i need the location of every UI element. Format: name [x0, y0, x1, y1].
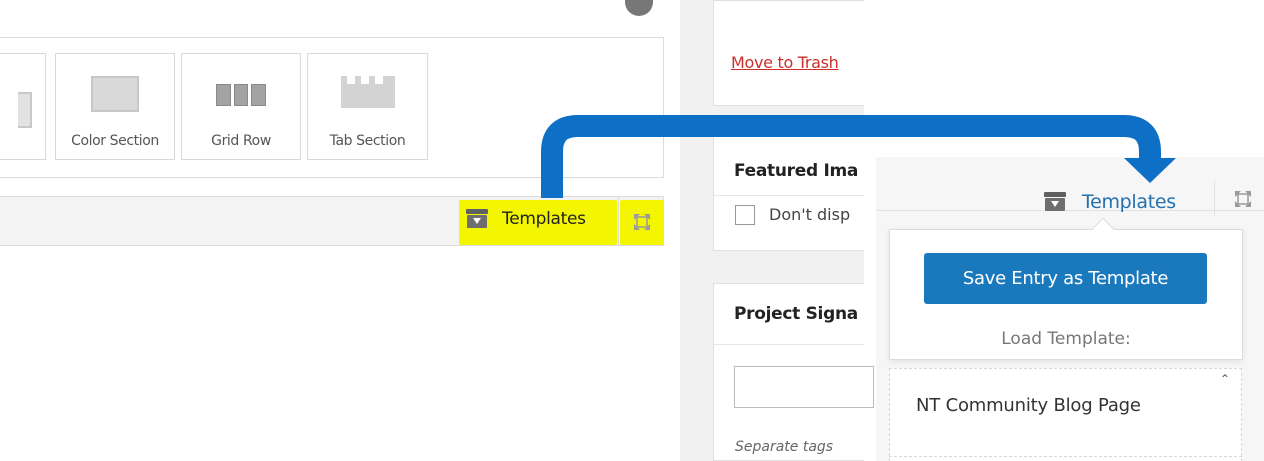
templates-box-icon — [1044, 192, 1066, 212]
zoom-templates-label: Templates — [1082, 191, 1176, 213]
project-signal-box: Project Signa Separate tags — [713, 283, 874, 461]
project-signal-title: Project Signa — [734, 304, 858, 324]
color-section-label: Color Section — [71, 133, 159, 149]
element-tile-partial[interactable] — [0, 53, 46, 160]
grid-row-label: Grid Row — [211, 133, 271, 149]
template-list[interactable]: NT Community Blog Page — [889, 368, 1242, 461]
tab-section-icon — [340, 76, 395, 108]
zoom-templates-button[interactable]: Templates — [1044, 191, 1176, 213]
featured-image-box: Featured Ima Don't disp — [713, 133, 864, 251]
tab-section-label: Tab Section — [329, 133, 406, 149]
element-tab-section[interactable]: Tab Section — [307, 53, 428, 160]
move-to-trash-link[interactable]: Move to Trash — [731, 53, 839, 72]
section-icon — [18, 92, 32, 128]
load-template-label: Load Template: — [1001, 329, 1131, 349]
featured-image-title: Featured Ima — [734, 161, 859, 181]
fullscreen-icon[interactable] — [1235, 191, 1251, 207]
zoom-divider — [1214, 181, 1215, 216]
publish-box: Move to Trash — [713, 0, 864, 106]
templates-label: Templates — [502, 209, 586, 229]
fullscreen-icon[interactable] — [634, 214, 650, 230]
tags-input[interactable] — [734, 366, 874, 408]
toolbar-divider — [618, 197, 619, 245]
help-icon[interactable] — [625, 0, 653, 16]
color-section-icon — [91, 76, 139, 112]
elements-panel: Color Section Grid Row Tab Section — [0, 37, 664, 178]
dont-display-label: Don't disp — [769, 205, 851, 224]
scroll-up-icon[interactable]: ⌃ — [1220, 372, 1230, 386]
templates-box-icon — [466, 209, 488, 229]
element-grid-row[interactable]: Grid Row — [181, 53, 301, 160]
tags-hint: Separate tags — [735, 439, 834, 455]
templates-button[interactable]: Templates — [466, 209, 586, 229]
template-list-item[interactable]: NT Community Blog Page — [916, 391, 1146, 420]
grid-row-icon — [216, 84, 267, 106]
dont-display-checkbox[interactable] — [735, 205, 755, 225]
save-entry-as-template-button[interactable]: Save Entry as Template — [924, 253, 1207, 304]
element-color-section[interactable]: Color Section — [55, 53, 175, 160]
